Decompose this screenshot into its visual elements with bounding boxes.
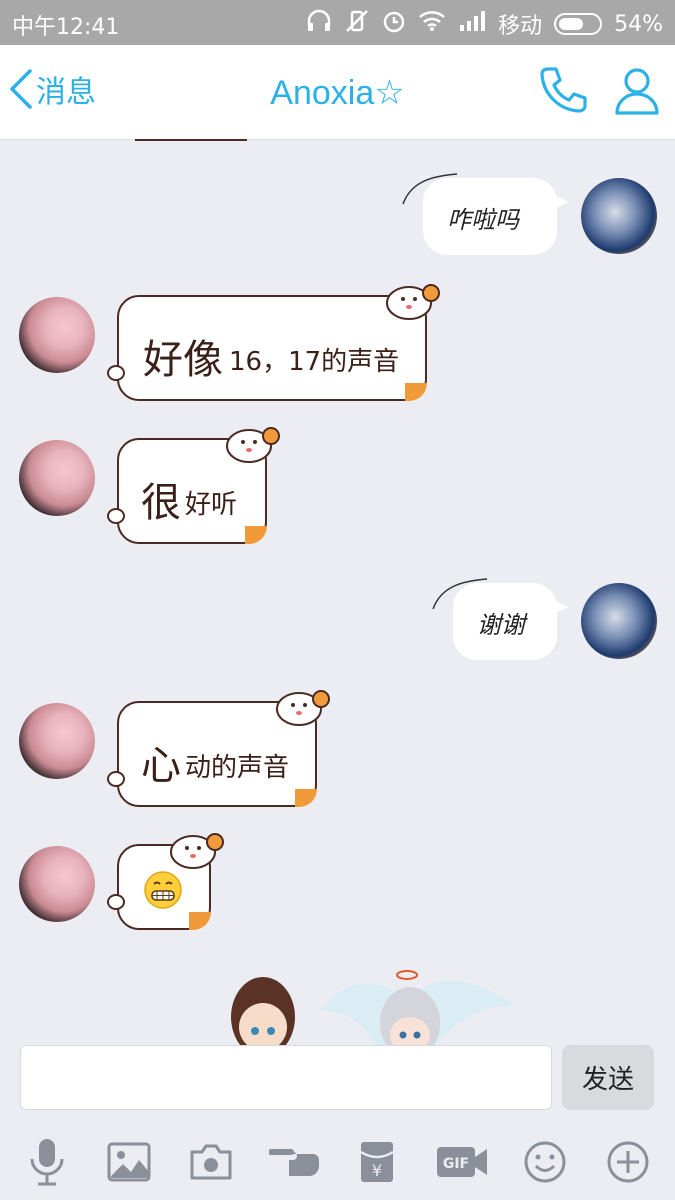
avatar[interactable] [581, 178, 657, 254]
message-text-large: 好像 [143, 337, 223, 383]
message-text: 谢谢 [477, 611, 525, 639]
message-bubble[interactable]: 好像 16，17的声音 [107, 284, 440, 401]
status-bar: 中午12:41 移动 54% [0, 0, 675, 45]
svg-text:¥: ¥ [372, 1161, 382, 1180]
chat-toolbar: ¥ GIF [0, 1125, 675, 1200]
mic-icon[interactable] [22, 1137, 72, 1187]
avatar[interactable] [19, 297, 95, 373]
gif-icon[interactable]: GIF [434, 1137, 490, 1187]
carrier-label: 移动 [498, 14, 543, 39]
previous-message-edge [135, 139, 247, 141]
message-bubble[interactable]: 谢谢 [432, 578, 569, 660]
wifi-icon [418, 10, 446, 38]
avatar[interactable] [581, 583, 657, 659]
message-text-large: 很 [141, 480, 181, 526]
avatar[interactable] [19, 846, 95, 922]
send-button[interactable]: 发送 [562, 1045, 654, 1110]
status-time: 中午12:41 [12, 15, 120, 40]
alarm-icon [382, 9, 406, 39]
hamster-sticker-icon [226, 427, 280, 463]
avatar[interactable] [19, 703, 95, 779]
battery-icon [554, 13, 603, 35]
vibrate-off-icon [344, 9, 370, 39]
red-packet-icon[interactable]: ¥ [352, 1137, 402, 1187]
message-text-small: 16，17的声音 [229, 347, 400, 377]
message-input[interactable] [20, 1045, 552, 1110]
message-bubble[interactable] [107, 833, 224, 930]
grin-emoji-icon [144, 871, 182, 909]
message-text-small: 好听 [185, 490, 238, 520]
message-text-large: 心 [141, 743, 181, 789]
signal-icon [458, 10, 486, 38]
poke-icon[interactable] [268, 1137, 324, 1187]
message-text-small: 动的声音 [185, 753, 290, 783]
emoji-icon[interactable] [520, 1137, 570, 1187]
message-text: 咋啦吗 [447, 206, 519, 234]
headphone-icon [306, 9, 332, 39]
hamster-sticker-icon [170, 833, 224, 869]
profile-button[interactable] [612, 65, 662, 121]
image-icon[interactable] [104, 1137, 154, 1187]
camera-icon[interactable] [186, 1137, 236, 1187]
message-bubble[interactable]: 很 好听 [107, 427, 280, 544]
battery-percent: 54% [614, 11, 663, 37]
svg-text:GIF: GIF [443, 1156, 469, 1172]
hamster-sticker-icon [386, 284, 440, 320]
avatar[interactable] [19, 440, 95, 516]
plus-icon[interactable] [603, 1137, 653, 1187]
message-bubble[interactable]: 咋啦吗 [402, 173, 569, 255]
chat-header: 消息 Anoxia☆ [0, 45, 675, 140]
composer: 发送 [0, 1045, 675, 1125]
call-button[interactable] [538, 65, 588, 121]
anime-sticker-preview [225, 965, 525, 1045]
message-bubble[interactable]: 心 动的声音 [107, 690, 330, 807]
phone-icon [540, 67, 587, 113]
hamster-sticker-icon [276, 690, 330, 726]
user-icon [615, 68, 659, 115]
